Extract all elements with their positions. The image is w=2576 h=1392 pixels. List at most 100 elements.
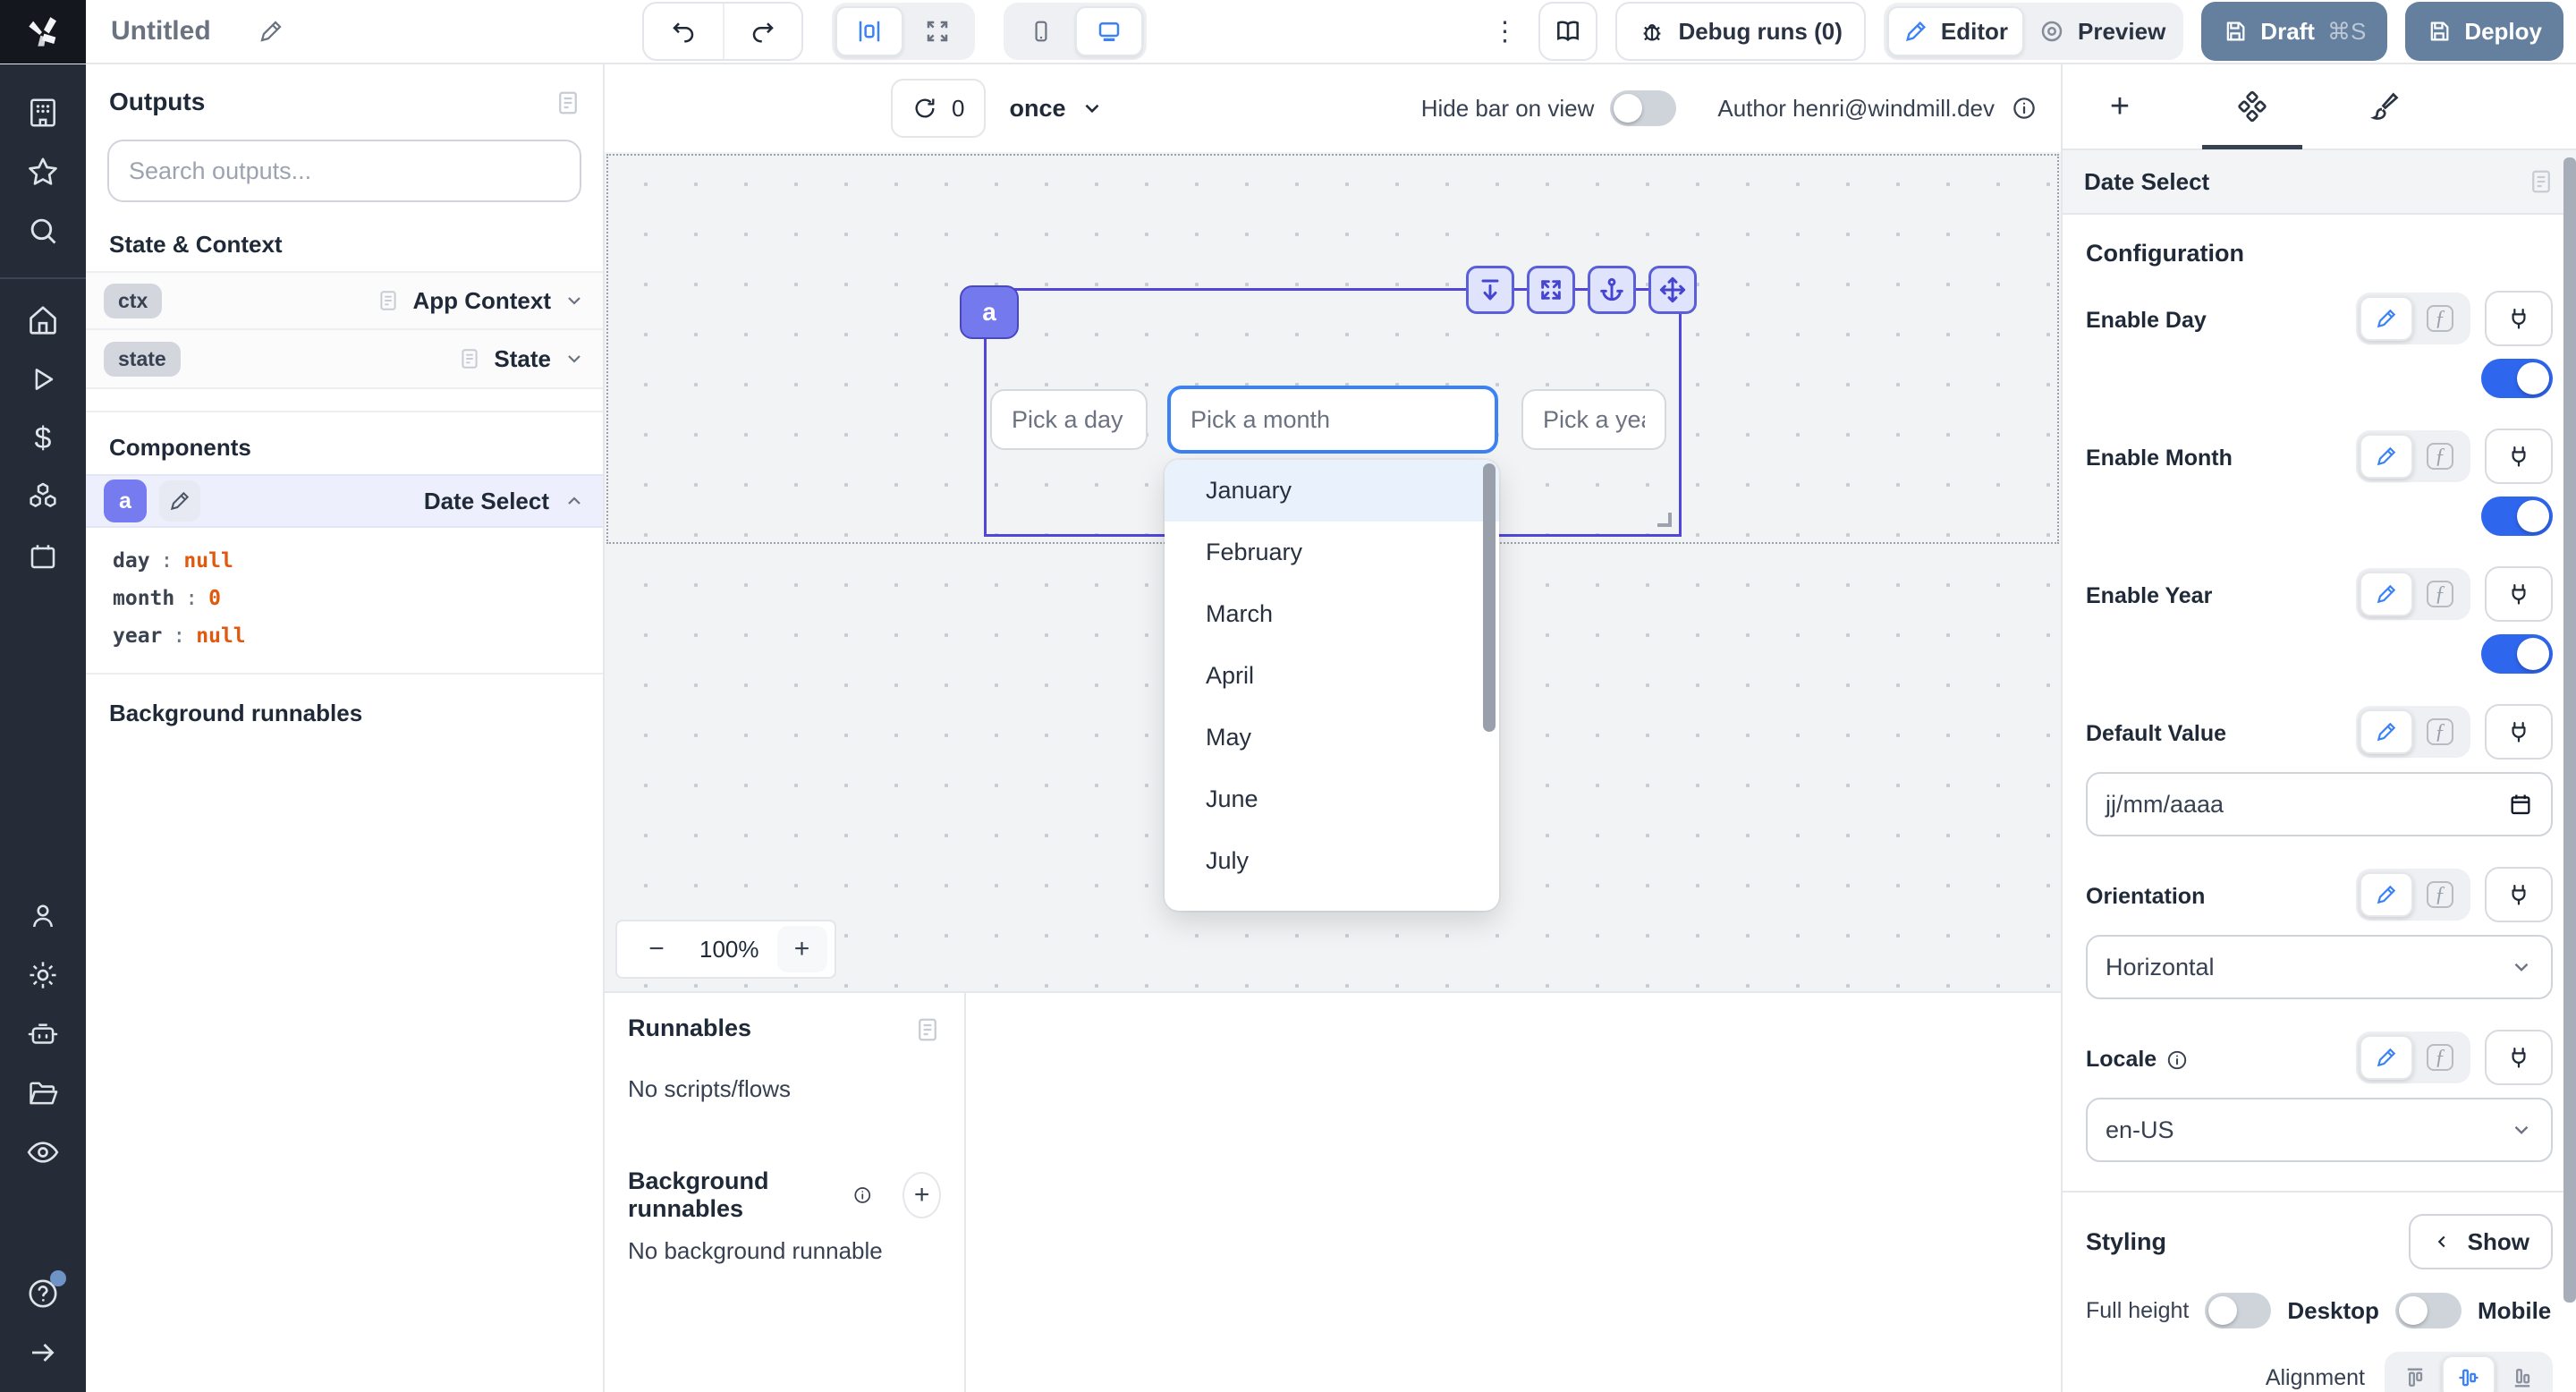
settings-gear-icon[interactable] xyxy=(0,955,86,995)
show-styling-button[interactable]: Show xyxy=(2409,1214,2553,1269)
dropdown-scrollbar[interactable] xyxy=(1483,463,1496,732)
chevron-down-icon[interactable] xyxy=(564,290,585,311)
static-mode-button[interactable] xyxy=(2360,709,2413,754)
align-bottom-button[interactable] xyxy=(2496,1355,2549,1392)
fx-mode-button[interactable]: ƒ xyxy=(2413,872,2467,917)
docs-button[interactable] xyxy=(1538,2,1597,61)
workers-robot-icon[interactable] xyxy=(0,1014,86,1054)
undo-button[interactable] xyxy=(644,4,723,59)
month-option[interactable]: August xyxy=(1165,892,1499,911)
component-row-a[interactable]: a Date Select xyxy=(86,474,603,528)
year-select-input[interactable] xyxy=(1521,389,1666,450)
centered-layout-button[interactable] xyxy=(835,6,903,56)
month-option[interactable]: May xyxy=(1165,707,1499,768)
home-icon[interactable] xyxy=(0,301,86,340)
resources-icon[interactable] xyxy=(0,478,86,517)
desktop-toggle[interactable] xyxy=(2395,1293,2462,1328)
month-select-input[interactable] xyxy=(1167,386,1498,454)
info-icon[interactable] xyxy=(852,1183,873,1208)
runs-icon[interactable] xyxy=(0,360,86,399)
resize-handle[interactable] xyxy=(1657,513,1672,527)
runnables-doc-icon[interactable] xyxy=(914,1014,941,1045)
windmill-logo[interactable] xyxy=(0,0,86,64)
mobile-view-button[interactable] xyxy=(1007,6,1075,56)
info-icon[interactable] xyxy=(2011,95,2038,122)
refresh-counter-button[interactable]: 0 xyxy=(891,79,986,138)
output-month-row[interactable]: month : 0 xyxy=(113,580,603,617)
enable-month-toggle[interactable] xyxy=(2481,497,2553,536)
fx-mode-button[interactable]: ƒ xyxy=(2413,296,2467,341)
zoom-in-button[interactable]: + xyxy=(777,926,827,972)
orientation-select[interactable]: Horizontal xyxy=(2086,935,2553,999)
tab-component-settings[interactable] xyxy=(2224,64,2281,149)
static-mode-button[interactable] xyxy=(2360,296,2413,341)
static-mode-button[interactable] xyxy=(2360,872,2413,917)
connect-plug-button[interactable] xyxy=(2485,566,2553,622)
expand-down-handle[interactable] xyxy=(1466,266,1514,314)
search-outputs-input[interactable] xyxy=(107,140,581,202)
month-option[interactable]: January xyxy=(1165,460,1499,522)
full-height-toggle[interactable] xyxy=(2205,1293,2271,1328)
locale-select[interactable]: en-US xyxy=(2086,1098,2553,1162)
deploy-button[interactable]: Deploy xyxy=(2405,2,2563,61)
tab-insert-component[interactable]: + xyxy=(2091,64,2148,149)
fx-mode-button[interactable]: ƒ xyxy=(2413,572,2467,616)
info-icon[interactable] xyxy=(2165,1048,2189,1072)
static-mode-button[interactable] xyxy=(2360,1035,2413,1080)
app-canvas[interactable]: a xyxy=(605,152,2061,991)
chevron-down-icon[interactable] xyxy=(564,348,585,369)
align-top-button[interactable] xyxy=(2388,1355,2442,1392)
add-background-runnable-button[interactable]: + xyxy=(902,1172,941,1218)
variables-icon[interactable]: $ xyxy=(0,419,86,458)
expand-rail-icon[interactable] xyxy=(0,1333,86,1372)
help-icon[interactable] xyxy=(0,1274,86,1313)
static-mode-button[interactable] xyxy=(2360,434,2413,479)
schedules-icon[interactable] xyxy=(0,537,86,576)
hide-bar-toggle[interactable] xyxy=(1610,90,1676,126)
zoom-out-button[interactable]: − xyxy=(631,926,682,972)
anchor-handle[interactable] xyxy=(1588,266,1636,314)
state-row[interactable]: state State xyxy=(86,330,603,389)
month-option[interactable]: June xyxy=(1165,768,1499,830)
align-center-button[interactable] xyxy=(2442,1355,2496,1392)
chevron-up-icon[interactable] xyxy=(564,490,585,512)
connect-plug-button[interactable] xyxy=(2485,1030,2553,1085)
draft-button[interactable]: Draft ⌘S xyxy=(2201,2,2387,61)
maximize-handle[interactable] xyxy=(1527,266,1575,314)
editor-tab[interactable]: Editor xyxy=(1887,6,2024,56)
debug-runs-button[interactable]: Debug runs (0) xyxy=(1615,2,1865,61)
default-value-date-input[interactable]: jj/mm/aaaa xyxy=(2086,772,2553,836)
redo-button[interactable] xyxy=(723,4,801,59)
outputs-doc-icon[interactable] xyxy=(555,88,581,118)
ctx-row[interactable]: ctx App Context xyxy=(86,271,603,330)
enable-day-toggle[interactable] xyxy=(2481,359,2553,398)
component-doc-icon[interactable] xyxy=(2528,166,2555,197)
tab-global-styling[interactable] xyxy=(2356,64,2413,149)
favorites-icon[interactable] xyxy=(0,152,86,191)
output-year-row[interactable]: year : null xyxy=(113,617,603,655)
fullscreen-layout-button[interactable] xyxy=(903,6,971,56)
fx-mode-button[interactable]: ƒ xyxy=(2413,434,2467,479)
fx-mode-button[interactable]: ƒ xyxy=(2413,1035,2467,1080)
preview-tab[interactable]: Preview xyxy=(2024,6,2180,56)
connect-plug-button[interactable] xyxy=(2485,291,2553,346)
connect-plug-button[interactable] xyxy=(2485,704,2553,760)
month-option[interactable]: July xyxy=(1165,830,1499,892)
refresh-mode-select[interactable]: once xyxy=(1009,95,1103,123)
fx-mode-button[interactable]: ƒ xyxy=(2413,709,2467,754)
audit-eye-icon[interactable] xyxy=(0,1133,86,1172)
move-handle[interactable] xyxy=(1648,266,1697,314)
month-option[interactable]: March xyxy=(1165,583,1499,645)
output-day-row[interactable]: day : null xyxy=(113,542,603,580)
folders-icon[interactable] xyxy=(0,1074,86,1113)
static-mode-button[interactable] xyxy=(2360,572,2413,616)
workspace-icon[interactable] xyxy=(0,93,86,132)
settings-scrollbar[interactable] xyxy=(2563,157,2576,1303)
day-select-input[interactable] xyxy=(990,389,1148,450)
connect-plug-button[interactable] xyxy=(2485,867,2553,922)
enable-year-toggle[interactable] xyxy=(2481,634,2553,674)
month-option[interactable]: April xyxy=(1165,645,1499,707)
rename-component-icon[interactable] xyxy=(159,480,200,522)
connect-plug-button[interactable] xyxy=(2485,429,2553,484)
search-icon[interactable] xyxy=(0,211,86,250)
